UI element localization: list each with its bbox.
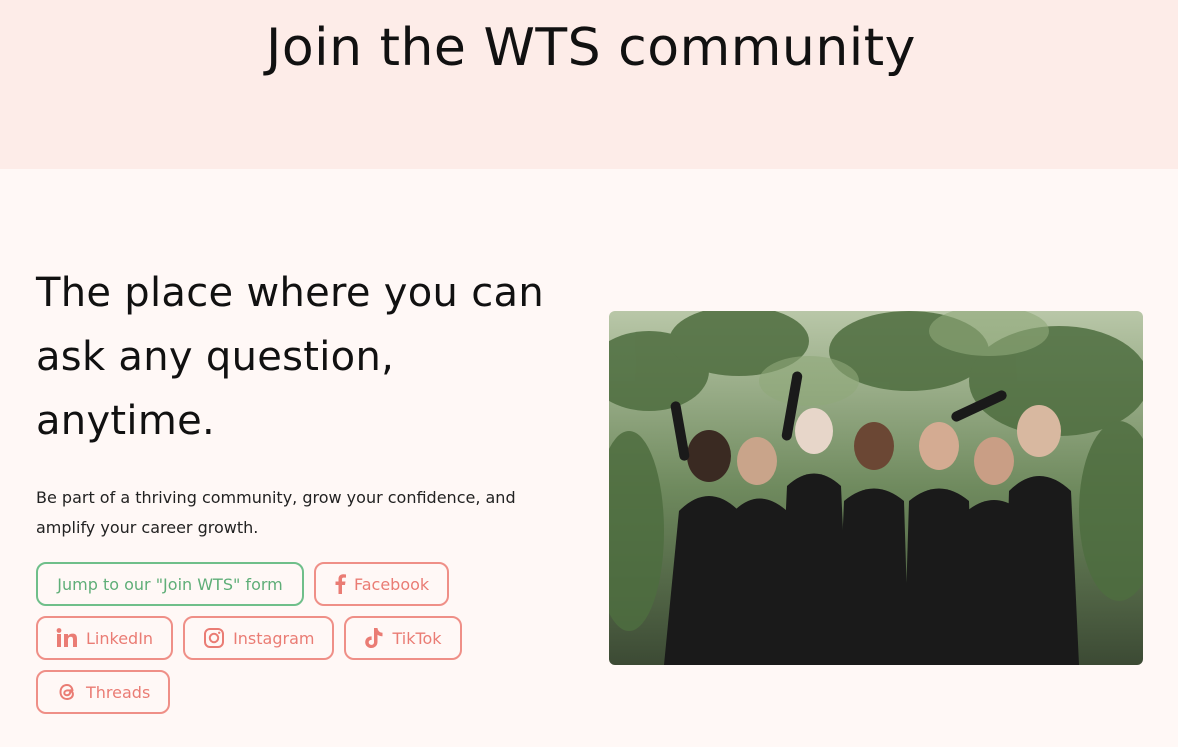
intro-block: The place where you can ask any question…	[36, 261, 556, 543]
facebook-icon	[335, 574, 346, 594]
threads-button[interactable]: Threads	[36, 670, 171, 714]
instagram-label: Instagram	[233, 628, 315, 648]
tiktok-button[interactable]: TikTok	[344, 616, 462, 660]
page-title: Join the WTS community	[266, 18, 916, 78]
facebook-button[interactable]: Facebook	[314, 562, 450, 606]
group-photo	[609, 311, 1143, 665]
hero-banner: Join the WTS community	[0, 0, 1178, 169]
facebook-label: Facebook	[354, 574, 430, 594]
section-heading: The place where you can ask any question…	[36, 270, 544, 444]
tiktok-label: TikTok	[392, 628, 442, 648]
action-buttons: Jump to our "Join WTS" form Facebook Lin…	[36, 562, 496, 724]
section-description: Be part of a thriving community, grow yo…	[36, 488, 516, 537]
join-form-label: Jump to our "Join WTS" form	[57, 574, 283, 594]
community-section: The place where you can ask any question…	[0, 169, 1178, 747]
threads-label: Threads	[86, 682, 151, 702]
join-form-button[interactable]: Jump to our "Join WTS" form	[36, 562, 304, 606]
linkedin-button[interactable]: LinkedIn	[36, 616, 174, 660]
tiktok-icon	[365, 628, 383, 648]
instagram-icon	[204, 628, 225, 648]
instagram-button[interactable]: Instagram	[183, 616, 335, 660]
threads-icon	[59, 683, 74, 701]
linkedin-icon	[56, 628, 77, 647]
linkedin-label: LinkedIn	[86, 628, 154, 648]
